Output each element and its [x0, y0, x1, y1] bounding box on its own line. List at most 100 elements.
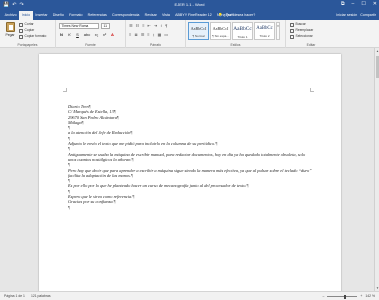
decrease-indent-icon[interactable]: ⇤ [148, 23, 151, 28]
italic-button[interactable]: K [67, 32, 72, 37]
align-right-icon[interactable]: ☰ [141, 32, 145, 37]
style-normal[interactable]: AaBbCcI ¶ Normal [188, 22, 209, 40]
underline-button[interactable]: S [75, 32, 80, 37]
style-heading-2-preview: AaBbCc [256, 26, 273, 31]
tab-vista[interactable]: Vista [159, 11, 172, 20]
font-selectors: Times New Roma 11 [59, 23, 110, 29]
page-count[interactable]: Página 1 de 1 [4, 293, 25, 300]
window-controls: ⧉ – ☐ ✕ [341, 1, 377, 8]
editing-group: Buscar Reemplazar Seleccionar Editar [286, 20, 336, 48]
format-painter-button[interactable]: Copiar formato [19, 34, 46, 39]
line-spacing-icon[interactable]: ↨ [153, 32, 155, 37]
shading-icon[interactable]: ▦ [158, 32, 162, 37]
clipboard-icon [5, 22, 15, 32]
subscript-button[interactable]: x₂ [94, 32, 99, 37]
ribbon-display-options-icon[interactable]: ⧉ [341, 1, 345, 8]
style-heading-2[interactable]: AaBbCc Título 2 [254, 22, 275, 40]
editing-group-label: Editar [306, 43, 316, 47]
style-heading-1-name: Título 1 [237, 35, 248, 39]
paste-button[interactable]: Pegar [3, 22, 17, 40]
paste-label: Pegar [5, 33, 15, 37]
tab-formato[interactable]: Formato [67, 11, 86, 20]
increase-indent-icon[interactable]: ⇥ [154, 23, 157, 28]
replace-button[interactable]: Reemplazar [290, 28, 313, 33]
font-group-label: Fuente [85, 43, 96, 47]
scroll-up-icon[interactable]: ▲ [375, 49, 379, 53]
tab-abbyy[interactable]: ABBYY FineReader 12 [173, 11, 215, 20]
document-page[interactable]: Diario TrenC/ Marqués de Estella, 132967… [39, 54, 341, 291]
status-left: Página 1 de 1 121 palabras [4, 293, 51, 300]
select-label: Seleccionar [295, 34, 313, 38]
document-paragraph[interactable] [68, 205, 314, 210]
tab-diseno[interactable]: Diseño [50, 11, 66, 20]
margin-mark-top-right [310, 88, 314, 92]
multilevel-list-icon[interactable]: ≡ [142, 23, 144, 28]
document-paragraph[interactable]: Pero hay que decir que para aprender a e… [68, 168, 314, 179]
style-heading-1-preview: AaBbCc [233, 26, 252, 32]
align-left-icon[interactable]: ≡ [129, 32, 131, 37]
minimize-button[interactable]: – [352, 1, 355, 8]
numbering-icon[interactable]: ☷ [136, 23, 140, 28]
tab-archivo[interactable]: Archivo [2, 11, 19, 20]
zoom-controls: – + 142 % [323, 293, 375, 300]
borders-icon[interactable]: ▭ [164, 32, 168, 37]
editing-actions: Buscar Reemplazar Seleccionar [290, 22, 313, 39]
title-bar: 💾 ↶ ↷ EJER 1.1 - Word ⧉ – ☐ ✕ [0, 0, 379, 10]
vertical-scrollbar[interactable]: ▲ ▼ [374, 48, 379, 291]
document-canvas: Diario TrenC/ Marqués de Estella, 132967… [0, 48, 379, 291]
strikethrough-button[interactable]: abc [83, 32, 91, 37]
style-no-spacing-preview: AaBbCcI [212, 26, 229, 31]
font-size-select[interactable]: 11 [101, 23, 110, 29]
zoom-out-button[interactable]: – [323, 293, 325, 300]
clipboard-group: Pegar Cortar Copiar Copiar formato Porta… [0, 20, 56, 48]
tab-revisar[interactable]: Revisar [142, 11, 159, 20]
zoom-slider[interactable] [327, 294, 358, 299]
status-bar: Página 1 de 1 121 palabras – + 142 % [0, 291, 379, 300]
sort-icon[interactable]: ↕ [160, 23, 162, 28]
paragraph-row-2: ≡ ≣ ☰ ≡ ↨ ▦ ▭ [129, 32, 168, 37]
ribbon-tabs-bar: Archivo Inicio Insertar Diseño Formato R… [0, 10, 379, 20]
word-count[interactable]: 121 palabras [31, 293, 51, 300]
zoom-in-button[interactable]: + [360, 293, 362, 300]
format-painter-label: Copiar formato [24, 34, 47, 38]
justify-icon[interactable]: ≡ [147, 32, 149, 37]
find-button[interactable]: Buscar [290, 22, 313, 27]
copy-button[interactable]: Copiar [19, 28, 46, 33]
styles-more-button[interactable]: ▾ [276, 22, 280, 40]
style-normal-name: ¶ Normal [192, 34, 205, 38]
cut-label: Cortar [24, 22, 34, 26]
superscript-button[interactable]: x² [102, 32, 107, 37]
select-button[interactable]: Seleccionar [290, 34, 313, 39]
close-button[interactable]: ✕ [373, 1, 377, 8]
style-heading-2-name: Título 2 [259, 34, 270, 38]
tab-correspondencia[interactable]: Correspondencia [109, 11, 142, 20]
cut-button[interactable]: Cortar [19, 22, 46, 27]
maximize-button[interactable]: ☐ [361, 1, 365, 8]
window-title: EJER 1.1 - Word [174, 2, 205, 7]
tell-me-search[interactable]: 💡 ¿Qué desea hacer? [218, 11, 255, 19]
show-marks-icon[interactable]: ¶ [165, 23, 167, 28]
sign-in-link[interactable]: Iniciar sesión [336, 11, 357, 19]
font-name-select[interactable]: Times New Roma [59, 23, 99, 29]
scroll-down-icon[interactable]: ▼ [375, 286, 379, 290]
copy-icon [19, 28, 23, 33]
zoom-level[interactable]: 142 % [365, 293, 375, 300]
share-button[interactable]: Compartir [360, 11, 376, 19]
document-body[interactable]: Diario TrenC/ Marqués de Estella, 132967… [68, 104, 314, 210]
clipboard-group-label: Portapapeles [17, 43, 38, 47]
tab-inicio[interactable]: Inicio [19, 11, 33, 20]
tab-insertar[interactable]: Insertar [33, 11, 50, 20]
account-area: Iniciar sesión Compartir [336, 11, 376, 19]
document-paragraph[interactable]: Antiguamente se usaba la máquina de escr… [68, 152, 314, 163]
bold-button[interactable]: N [59, 32, 64, 37]
font-color-button[interactable]: A [110, 32, 115, 37]
font-format-buttons: N K S abc x₂ x² A [59, 32, 115, 37]
search-icon [290, 22, 294, 27]
align-center-icon[interactable]: ≣ [134, 32, 137, 37]
zoom-slider-thumb[interactable] [344, 294, 346, 299]
style-heading-1[interactable]: AaBbCc Título 1 [232, 22, 253, 40]
style-no-spacing[interactable]: AaBbCcI ¶ Sin espa... [210, 22, 231, 40]
bullets-icon[interactable]: ☰ [129, 23, 133, 28]
ribbon-tabs: Archivo Inicio Insertar Diseño Formato R… [2, 11, 237, 20]
tab-referencias[interactable]: Referencias [85, 11, 109, 20]
